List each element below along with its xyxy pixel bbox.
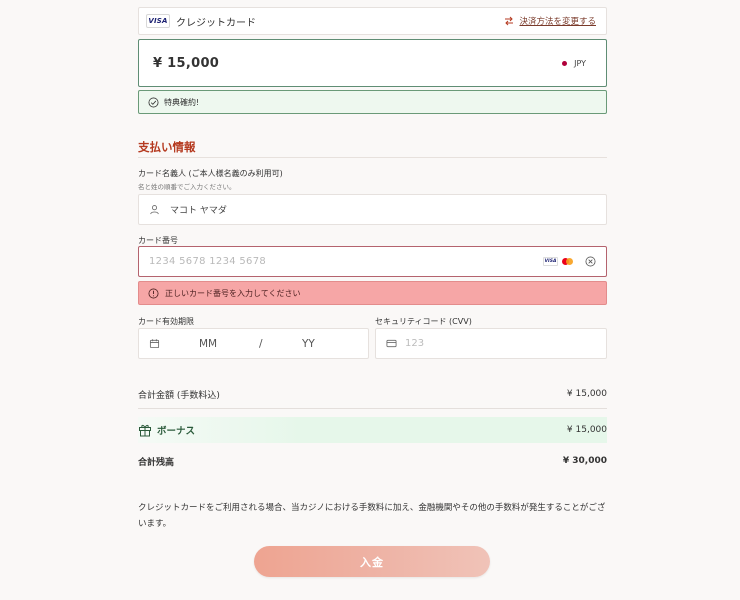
cvv-field[interactable]	[375, 328, 607, 359]
error-text: 正しいカード番号を入力してください	[165, 288, 301, 298]
total-value: ¥ 15,000	[566, 389, 607, 399]
amount-field[interactable]: ¥ 15,000 JPY	[138, 39, 607, 87]
balance-row: 合計残高 ¥ 30,000	[138, 454, 607, 468]
card-holder-label: カード名義人 (ご本人様名義のみ利用可)	[138, 169, 283, 178]
expiry-separator: /	[259, 337, 263, 350]
expiry-year[interactable]: YY	[302, 338, 315, 350]
fee-notice: クレジットカードをご利用される場合、当カジノにおける手数料に加え、金融機関やその…	[138, 503, 606, 529]
total-row: 合計金額 (手数料込) ¥ 15,000	[138, 387, 607, 401]
calendar-icon	[149, 339, 160, 349]
balance-label: 合計残高	[138, 457, 175, 468]
bonus-applied-text: 特典確約!	[164, 97, 200, 107]
card-number-field[interactable]: VISA	[138, 246, 607, 277]
card-holder-field[interactable]: マコト ヤマダ	[138, 194, 607, 225]
check-circle-icon	[148, 97, 159, 107]
section-title: 支払い情報	[138, 140, 196, 154]
currency-selector[interactable]: JPY	[562, 59, 586, 68]
deposit-button[interactable]: 入金	[254, 546, 490, 577]
section-divider	[138, 157, 607, 158]
balance-value: ¥ 30,000	[562, 456, 607, 466]
japan-flag-icon	[562, 60, 568, 66]
change-method[interactable]: 決済方法を変更する	[504, 15, 596, 27]
gift-icon	[139, 424, 151, 437]
expiry-field[interactable]: MM / YY	[138, 328, 369, 359]
card-number-input[interactable]	[149, 256, 543, 267]
alert-circle-icon	[148, 288, 159, 298]
card-holder-value: マコト ヤマダ	[170, 206, 227, 216]
mastercard-logo-icon	[560, 257, 575, 266]
visa-logo-icon: VISA	[146, 14, 170, 28]
summary-divider	[138, 408, 607, 409]
bonus-value: ¥ 15,000	[566, 425, 607, 435]
payment-method-label: クレジットカード	[176, 17, 256, 29]
card-number-label: カード番号	[138, 236, 178, 245]
card-number-error: 正しいカード番号を入力してください	[138, 281, 607, 305]
change-method-link[interactable]: 決済方法を変更する	[519, 15, 596, 27]
payment-method-bar: VISA クレジットカード 決済方法を変更する	[138, 7, 607, 35]
visa-logo-icon: VISA	[543, 257, 558, 266]
cvv-input[interactable]	[405, 338, 555, 349]
clear-icon[interactable]	[585, 256, 596, 267]
expiry-label: カード有効期限	[138, 317, 194, 326]
expiry-month[interactable]: MM	[199, 338, 217, 350]
person-icon	[150, 205, 159, 215]
currency-code: JPY	[574, 58, 586, 68]
card-holder-hint: 名と姓の順番でご入力ください。	[138, 183, 236, 191]
bonus-row: ボーナス ¥ 15,000	[138, 417, 607, 443]
bonus-applied-banner: 特典確約!	[138, 90, 607, 114]
credit-card-icon	[386, 339, 397, 348]
total-label: 合計金額 (手数料込)	[138, 390, 220, 401]
swap-icon	[505, 16, 514, 26]
bonus-label: ボーナス	[157, 426, 196, 437]
amount-value: ¥ 15,000	[153, 55, 220, 71]
cvv-label: セキュリティコード (CVV)	[375, 317, 472, 326]
